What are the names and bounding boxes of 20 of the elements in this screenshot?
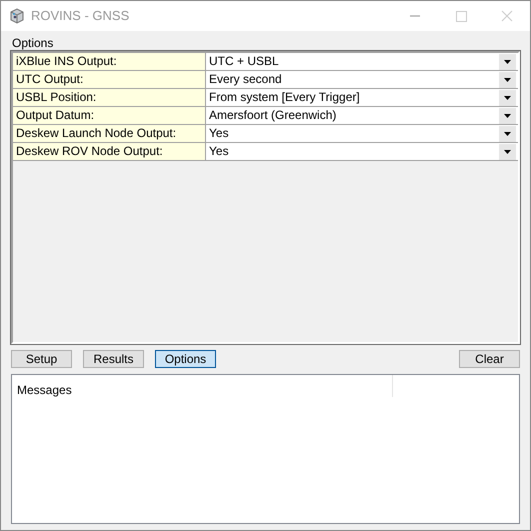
property-label: iXBlue INS Output: [13,53,206,70]
property-label: Deskew ROV Node Output: [13,143,206,160]
property-label: UTC Output: [13,71,206,88]
property-label: Deskew Launch Node Output: [13,125,206,142]
view-button[interactable]: Setup [11,350,72,368]
value-dropdown[interactable]: UTC + USBL [206,53,518,70]
app-icon [9,8,25,24]
value-dropdown[interactable]: Amersfoort (Greenwich) [206,107,518,124]
value-dropdown[interactable]: Every second [206,71,518,88]
view-button[interactable]: Options [155,350,216,368]
view-button[interactable]: Results [83,350,144,368]
property-label: USBL Position: [13,89,206,106]
column-header[interactable]: Messages [12,375,393,397]
value-dropdown[interactable]: From system [Every Trigger] [206,89,518,106]
value-dropdown[interactable]: Yes [206,125,518,142]
property-label: Output Datum: [13,107,206,124]
value-dropdown[interactable]: Yes [206,143,518,160]
clear-button[interactable]: Clear [459,350,520,368]
window-title: ROVINS - GNSS [31,7,130,26]
section-label: Options [11,35,54,51]
